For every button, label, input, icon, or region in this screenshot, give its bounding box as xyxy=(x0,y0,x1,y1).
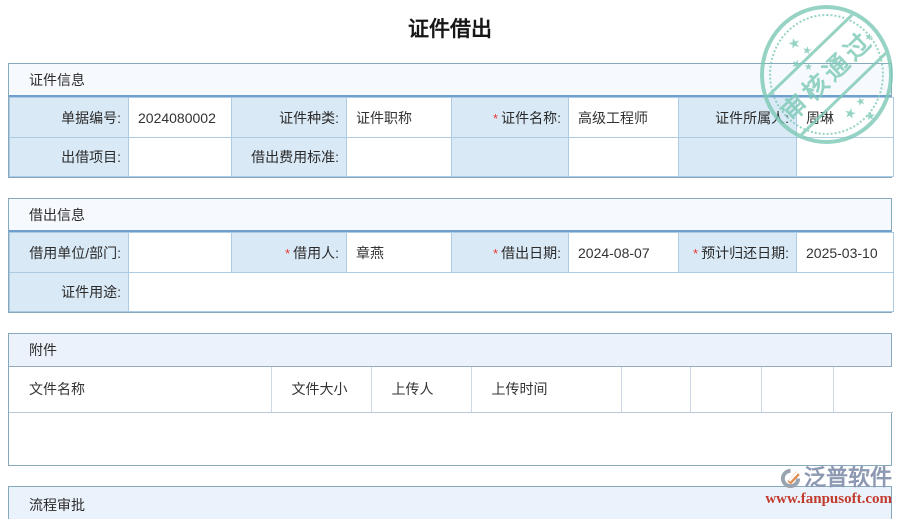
attachments-section-title: 附件 xyxy=(9,334,891,367)
cert-owner-value[interactable]: 周琳 xyxy=(796,97,894,138)
cert-name-value[interactable]: 高级工程师 xyxy=(568,97,679,138)
vendor-logo-text: 泛普软件 xyxy=(803,465,892,490)
col-header-empty xyxy=(621,367,691,413)
cert-type-label: 证件种类: xyxy=(231,97,347,138)
purpose-label: 证件用途: xyxy=(9,272,129,312)
cert-info-table: 单据编号: 2024080002 证件种类: 证件职称 * 证件名称: 高级工程师… xyxy=(9,97,894,177)
attachments-section: 附件 文件名称 文件大小 上传人 上传时间 xyxy=(8,333,893,466)
cert-owner-label: 证件所属人: xyxy=(678,97,797,138)
borrow-dept-value[interactable] xyxy=(128,232,232,273)
col-header-uploader: 上传人 xyxy=(371,367,472,413)
empty-value-cell xyxy=(796,137,894,177)
col-header-empty xyxy=(690,367,762,413)
required-icon: * xyxy=(493,110,499,126)
return-date-value[interactable]: 2025-03-10 xyxy=(796,232,894,273)
cert-name-label: * 证件名称: xyxy=(451,97,569,138)
col-header-upload-time: 上传时间 xyxy=(471,367,622,413)
col-header-file-size: 文件大小 xyxy=(271,367,372,413)
vendor-logo-url[interactable]: www.fanpusoft.com xyxy=(765,491,892,508)
attachments-table: 文件名称 文件大小 上传人 上传时间 xyxy=(9,367,893,413)
doc-no-value[interactable]: 2024080002 xyxy=(128,97,232,138)
cert-info-section-title: 证件信息 xyxy=(9,64,891,97)
lend-project-label: 出借项目: xyxy=(9,137,129,177)
fee-standard-value[interactable] xyxy=(346,137,452,177)
page-title: 证件借出 xyxy=(408,18,492,41)
col-header-empty xyxy=(761,367,834,413)
col-header-empty xyxy=(833,367,893,413)
borrower-label: * 借用人: xyxy=(231,232,347,273)
doc-no-label: 单据编号: xyxy=(9,97,129,138)
lend-date-label: * 借出日期: xyxy=(451,232,569,273)
empty-label-cell xyxy=(451,137,569,177)
cert-type-value[interactable]: 证件职称 xyxy=(346,97,452,138)
lend-date-value[interactable]: 2024-08-07 xyxy=(568,232,679,273)
cert-info-section: 证件信息 单据编号: 2024080002 证件种类: 证件职称 * 证件名称: … xyxy=(8,63,894,178)
lend-info-table: 借用单位/部门: * 借用人: 章燕 * 借出日期: 2024-08-07 * 预计归… xyxy=(9,232,894,312)
vendor-logo: 泛普软件 www.fanpusoft.com xyxy=(765,467,892,508)
lend-info-section: 借出信息 借用单位/部门: * 借用人: 章燕 * 借出日期: 2024-08-07… xyxy=(8,198,894,313)
required-icon: * xyxy=(693,245,699,261)
page: 证件借出 证件信息 单据编号: 2024080002 证件种类: 证件职称 * 证… xyxy=(0,0,900,519)
fanpu-logo-icon xyxy=(780,468,801,489)
borrow-dept-label: 借用单位/部门: xyxy=(9,232,129,273)
purpose-value[interactable] xyxy=(128,272,894,312)
borrower-value[interactable]: 章燕 xyxy=(346,232,452,273)
lend-project-value[interactable] xyxy=(128,137,232,177)
approval-flow-section: 流程审批 xyxy=(8,485,892,519)
attachments-empty-body xyxy=(9,412,891,465)
return-date-label: * 预计归还日期: xyxy=(678,232,797,273)
required-icon: * xyxy=(493,245,499,261)
fee-standard-label: 借出费用标准: xyxy=(231,137,347,177)
col-header-file-name: 文件名称 xyxy=(9,367,272,413)
empty-label-cell xyxy=(678,137,797,177)
required-icon: * xyxy=(285,245,291,261)
approval-flow-section-title: 流程审批 xyxy=(29,496,85,513)
empty-value-cell xyxy=(568,137,679,177)
lend-info-section-title: 借出信息 xyxy=(9,199,891,232)
